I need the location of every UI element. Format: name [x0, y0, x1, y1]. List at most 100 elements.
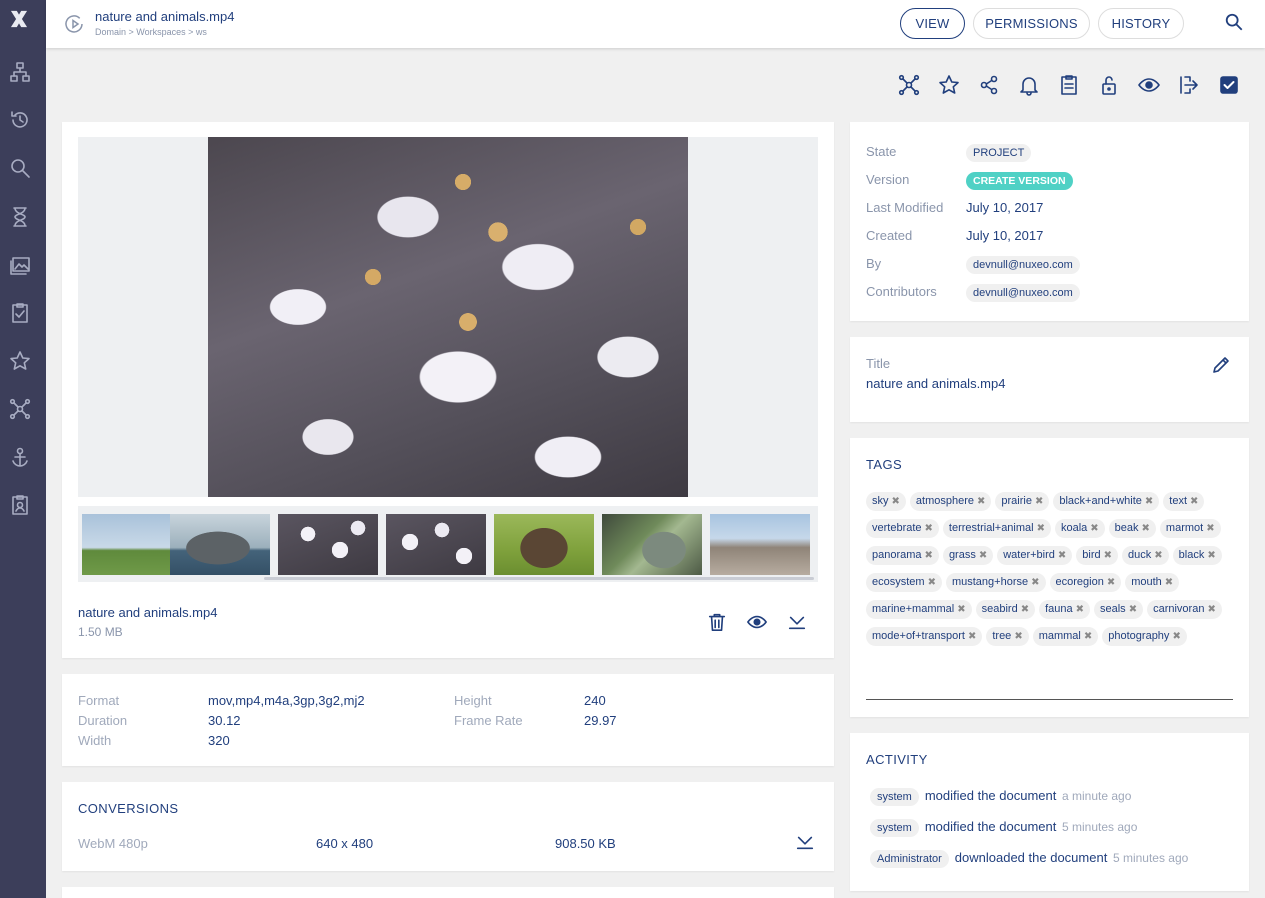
activity-user[interactable]: system [870, 788, 919, 806]
tag-chip[interactable]: vertebrate ✖ [866, 519, 939, 538]
tag-chip[interactable]: carnivoran ✖ [1147, 600, 1222, 619]
tag-chip[interactable]: ecosystem ✖ [866, 573, 942, 592]
tag-chip[interactable]: grass ✖ [942, 546, 994, 565]
tag-chip[interactable]: tree ✖ [986, 627, 1029, 646]
conversion-download-icon[interactable] [795, 832, 817, 854]
storyboard-thumbnail[interactable] [710, 514, 810, 575]
author-chip[interactable]: devnull@nuxeo.com [966, 256, 1080, 274]
select-checkbox-icon[interactable] [1218, 74, 1240, 96]
remove-tag-icon[interactable]: ✖ [1207, 548, 1215, 564]
remove-tag-icon[interactable]: ✖ [1142, 521, 1150, 537]
remove-tag-icon[interactable]: ✖ [1145, 494, 1153, 510]
remove-tag-icon[interactable]: ✖ [1107, 575, 1115, 591]
bell-icon[interactable] [1018, 74, 1040, 96]
gallery-icon[interactable] [9, 254, 31, 276]
remove-tag-icon[interactable]: ✖ [1035, 494, 1043, 510]
tag-chip[interactable]: text ✖ [1163, 492, 1205, 511]
favorite-star-icon[interactable] [938, 74, 960, 96]
remove-tag-icon[interactable]: ✖ [925, 548, 933, 564]
remove-tag-icon[interactable]: ✖ [1058, 548, 1066, 564]
remove-tag-icon[interactable]: ✖ [957, 602, 965, 618]
tag-chip[interactable]: black+and+white ✖ [1053, 492, 1160, 511]
storyboard-thumbnail[interactable] [602, 514, 702, 575]
tag-chip[interactable]: fauna ✖ [1039, 600, 1090, 619]
trash-icon[interactable] [707, 612, 729, 634]
hourglass-icon[interactable] [9, 206, 31, 228]
remove-tag-icon[interactable]: ✖ [1037, 521, 1045, 537]
tab-history[interactable]: HISTORY [1098, 8, 1184, 39]
remove-tag-icon[interactable]: ✖ [1104, 548, 1112, 564]
remove-tag-icon[interactable]: ✖ [1206, 521, 1214, 537]
remove-tag-icon[interactable]: ✖ [1090, 521, 1098, 537]
tab-permissions[interactable]: PERMISSIONS [973, 8, 1090, 39]
edit-pencil-icon[interactable] [1210, 354, 1232, 376]
remove-tag-icon[interactable]: ✖ [977, 494, 985, 510]
tag-chip[interactable]: ecoregion ✖ [1049, 573, 1122, 592]
tag-chip[interactable]: duck ✖ [1122, 546, 1169, 565]
header-search-icon[interactable] [1224, 12, 1246, 34]
tag-input[interactable] [866, 699, 1233, 700]
favorites-icon[interactable] [9, 350, 31, 372]
tag-chip[interactable]: mammal ✖ [1032, 627, 1099, 646]
tag-chip[interactable]: seabird ✖ [975, 600, 1036, 619]
remove-tag-icon[interactable]: ✖ [892, 494, 900, 510]
storyboard-thumbnail[interactable] [386, 514, 486, 575]
history-icon[interactable] [9, 109, 31, 131]
tag-chip[interactable]: mouth ✖ [1125, 573, 1180, 592]
nuxeo-logo-icon[interactable] [8, 8, 38, 38]
storyboard-thumbnail[interactable] [278, 514, 378, 575]
remove-tag-icon[interactable]: ✖ [1021, 602, 1029, 618]
tag-chip[interactable]: mode+of+transport ✖ [866, 627, 983, 646]
remove-tag-icon[interactable]: ✖ [1129, 602, 1137, 618]
contributor-chip[interactable]: devnull@nuxeo.com [966, 284, 1080, 302]
remove-tag-icon[interactable]: ✖ [1014, 629, 1022, 645]
tag-chip[interactable]: terrestrial+animal ✖ [942, 519, 1051, 538]
tag-chip[interactable]: koala ✖ [1054, 519, 1105, 538]
remove-tag-icon[interactable]: ✖ [1084, 629, 1092, 645]
collections-icon[interactable] [9, 398, 31, 420]
remove-tag-icon[interactable]: ✖ [1154, 548, 1162, 564]
admin-icon[interactable] [9, 446, 31, 468]
remove-tag-icon[interactable]: ✖ [1207, 602, 1215, 618]
tag-chip[interactable]: marmot ✖ [1159, 519, 1221, 538]
search-icon[interactable] [9, 157, 31, 179]
clipboard-icon[interactable] [1058, 74, 1080, 96]
tag-chip[interactable]: panorama ✖ [866, 546, 939, 565]
activity-user[interactable]: Administrator [870, 850, 949, 868]
profile-icon[interactable] [9, 494, 31, 516]
storyboard-thumbnail[interactable] [170, 514, 270, 575]
remove-tag-icon[interactable]: ✖ [1172, 629, 1180, 645]
tag-chip[interactable]: black ✖ [1172, 546, 1222, 565]
video-player[interactable] [208, 137, 688, 497]
tag-chip[interactable]: atmosphere ✖ [909, 492, 992, 511]
share-icon[interactable] [978, 74, 1000, 96]
tag-chip[interactable]: beak ✖ [1108, 519, 1156, 538]
remove-tag-icon[interactable]: ✖ [925, 521, 933, 537]
download-icon[interactable] [787, 612, 809, 634]
tag-chip[interactable]: photography ✖ [1102, 627, 1187, 646]
browse-icon[interactable] [9, 61, 31, 83]
export-icon[interactable] [1178, 74, 1200, 96]
remove-tag-icon[interactable]: ✖ [979, 548, 987, 564]
add-to-collection-icon[interactable] [898, 74, 920, 96]
tag-chip[interactable]: mustang+horse ✖ [945, 573, 1046, 592]
storyboard-scrollbar[interactable] [264, 577, 814, 580]
tasks-icon[interactable] [9, 302, 31, 324]
lock-open-icon[interactable] [1098, 74, 1120, 96]
create-version-button[interactable]: CREATE VERSION [966, 172, 1073, 190]
tag-chip[interactable]: bird ✖ [1076, 546, 1119, 565]
eye-icon[interactable] [1138, 74, 1160, 96]
remove-tag-icon[interactable]: ✖ [1165, 575, 1173, 591]
tab-view[interactable]: VIEW [900, 8, 965, 39]
remove-tag-icon[interactable]: ✖ [1076, 602, 1084, 618]
remove-tag-icon[interactable]: ✖ [1190, 494, 1198, 510]
tag-chip[interactable]: prairie ✖ [995, 492, 1050, 511]
tag-chip[interactable]: sky ✖ [866, 492, 906, 511]
tag-chip[interactable]: marine+mammal ✖ [866, 600, 972, 619]
breadcrumb[interactable]: Domain > Workspaces > ws [95, 27, 207, 37]
tag-chip[interactable]: water+bird ✖ [997, 546, 1073, 565]
tag-chip[interactable]: seals ✖ [1094, 600, 1144, 619]
storyboard-thumbnail[interactable] [494, 514, 594, 575]
activity-user[interactable]: system [870, 819, 919, 837]
remove-tag-icon[interactable]: ✖ [1031, 575, 1039, 591]
